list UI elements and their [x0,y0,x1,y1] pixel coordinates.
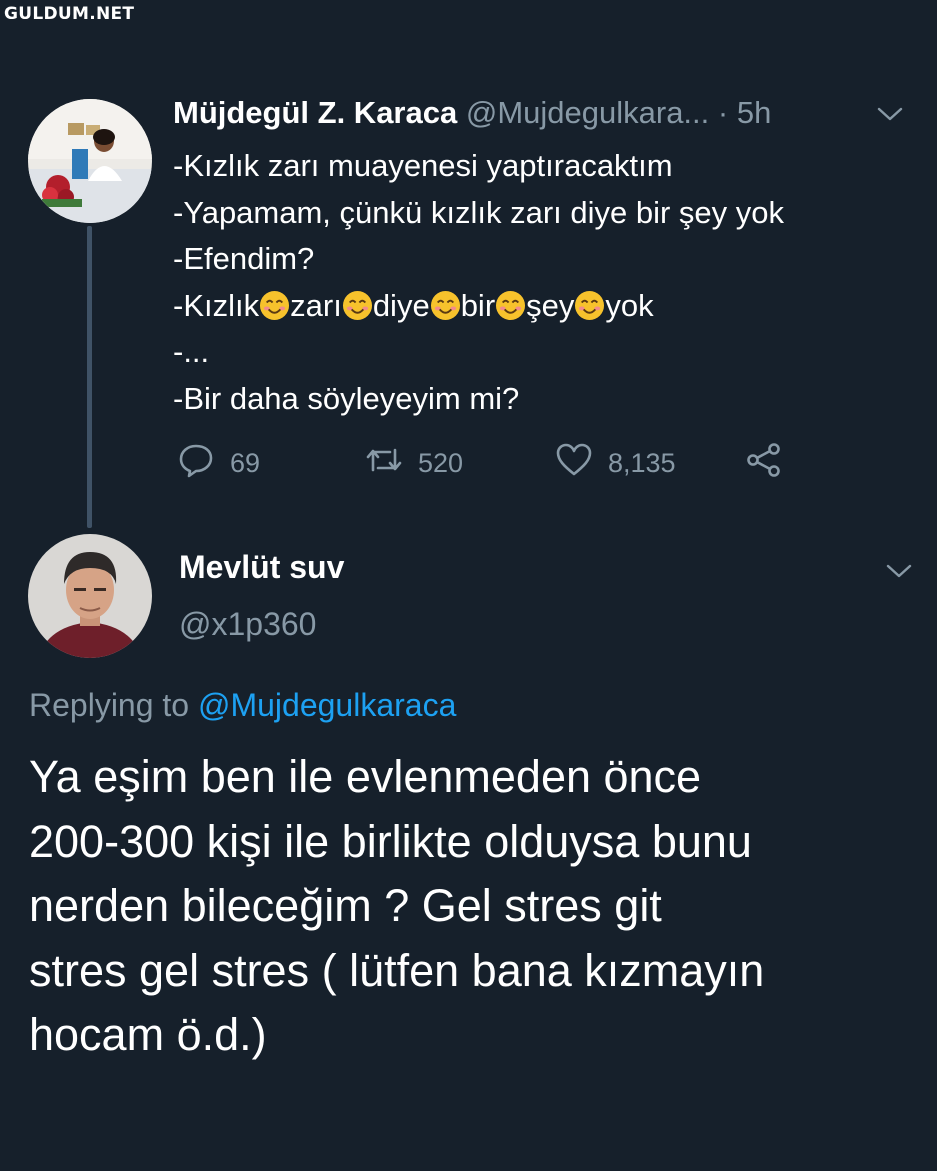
tweet-time[interactable]: · 5h [718,95,771,130]
replying-to: Replying to @Mujdegulkaraca [29,687,456,724]
mention-link[interactable]: @Mujdegulkaraca [198,687,456,723]
share-icon [744,440,784,487]
word: şey [526,287,575,323]
reply-button[interactable]: 69 [176,440,260,487]
chevron-down-icon[interactable] [885,561,913,581]
reply-line: nerden bileceğim ? Gel stres git [29,880,662,931]
word: zarı [290,287,342,323]
author-handle[interactable]: @Mujdegulkara... [466,95,709,130]
smiling-face-icon [342,290,373,321]
reply-line: hocam ö.d.) [29,1009,267,1060]
reply-author-name[interactable]: Mevlüt suv [179,549,344,586]
smiling-face-icon [430,290,461,321]
tweet-line-emoji: -Kızlık zarı diye bir şey yok [173,283,784,330]
watermark-logo: GULDUM.NET [4,4,135,24]
author-avatar[interactable] [28,99,152,223]
word: yok [605,287,654,323]
tweet-header: Müjdegül Z. Karaca @Mujdegulkara... · 5h [173,95,771,131]
reply-text: Ya eşim ben ile evlenmeden önce 200-300 … [29,745,909,1068]
reply-icon [176,440,216,487]
tweet-line: -Kızlık zarı muayenesi yaptıracaktım [173,148,673,183]
retweet-button[interactable]: 520 [364,440,463,487]
word: diye [372,287,430,323]
reply-author-avatar[interactable] [28,534,152,658]
chevron-down-icon[interactable] [876,104,904,124]
smiling-face-icon [495,290,526,321]
tweet-line: -Bir daha söyleyeyim mi? [173,380,520,416]
reply-line: 200-300 kişi ile birlikte olduysa bunu [29,815,752,867]
word: bir [460,287,496,323]
word: -Kızlık [173,287,260,323]
smiling-face-icon [574,290,605,321]
reply-count: 69 [230,448,261,478]
tweet-line: -... [173,334,210,369]
reply-line: Ya eşim ben ile evlenmeden önce [29,751,702,802]
reply-line: stres gel stres ( lütfen bana kızmayın [29,944,765,996]
like-count: 8,135 [608,448,676,478]
tweet-actions: 69 520 8,135 [0,440,937,490]
retweet-icon [364,440,404,487]
retweet-count: 520 [418,448,464,478]
tweet-line: -Yapamam, çünkü kızlık zarı diye bir şey… [173,194,785,230]
smiling-face-icon [259,290,290,321]
reply-author-handle[interactable]: @x1p360 [179,606,316,643]
replying-prefix: Replying to [29,687,190,723]
heart-icon [554,440,594,487]
tweet-line: -Efendim? [173,241,315,276]
tweet-text: -Kızlık zarı muayenesi yaptıracaktım -Ya… [173,143,784,422]
like-button[interactable]: 8,135 [554,440,676,487]
share-button[interactable] [744,440,784,487]
author-name[interactable]: Müjdegül Z. Karaca [173,95,457,130]
